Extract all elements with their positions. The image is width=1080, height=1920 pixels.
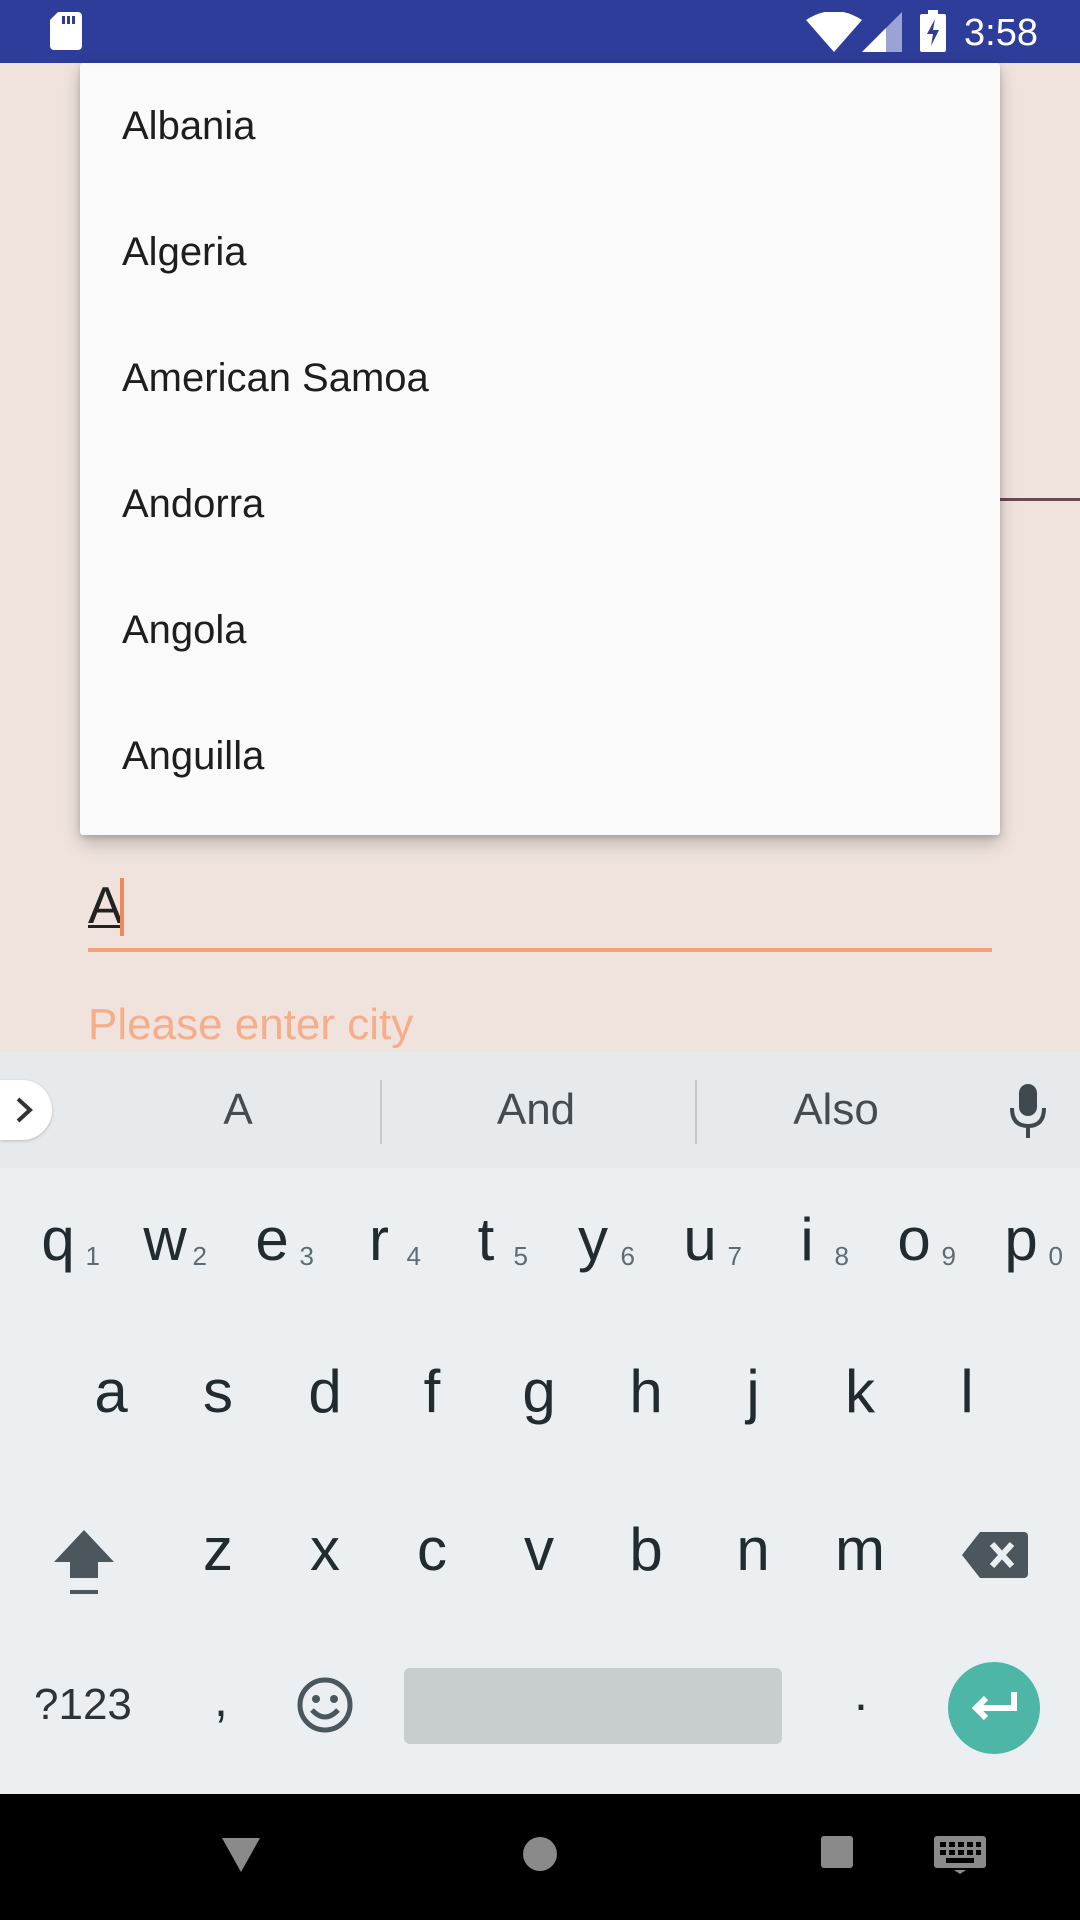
key-w-number-hint: 2	[192, 1241, 207, 1271]
key-c[interactable]: c	[382, 1500, 482, 1600]
key-o-number-hint: 9	[941, 1241, 956, 1271]
key-z[interactable]: z	[168, 1500, 268, 1600]
backspace-icon[interactable]	[962, 1530, 1028, 1580]
key-r-number-hint: 4	[406, 1241, 421, 1271]
key-w[interactable]: 2w	[115, 1190, 215, 1290]
key-e[interactable]: 3e	[222, 1190, 322, 1290]
key-r-label: r	[369, 1206, 389, 1273]
signal-icon	[862, 12, 902, 52]
text-caret	[120, 878, 124, 936]
key-u[interactable]: 7u	[650, 1190, 750, 1290]
expand-suggestions-button[interactable]	[0, 1080, 52, 1140]
suggestion-2[interactable]: And	[410, 1052, 662, 1168]
key-i-number-hint: 8	[834, 1241, 849, 1271]
autocomplete-dropdown: Albania Algeria American Samoa Andorra A…	[80, 63, 1000, 835]
symbols-key[interactable]: ?123	[34, 1680, 132, 1730]
dropdown-item-algeria[interactable]: Algeria	[80, 189, 1000, 315]
dropdown-item-andorra[interactable]: Andorra	[80, 441, 1000, 567]
period-key[interactable]: .	[846, 1664, 876, 1722]
space-bar[interactable]	[404, 1668, 782, 1744]
key-h[interactable]: h	[596, 1342, 696, 1442]
key-o[interactable]: 9o	[864, 1190, 964, 1290]
key-p[interactable]: 0p	[971, 1190, 1071, 1290]
suggestion-separator	[380, 1080, 382, 1144]
emoji-icon[interactable]	[296, 1676, 354, 1734]
key-o-label: o	[897, 1206, 931, 1273]
status-bar: 3:58	[0, 0, 1080, 63]
key-q-number-hint: 1	[85, 1241, 100, 1271]
key-s[interactable]: s	[168, 1342, 268, 1442]
enter-button[interactable]	[948, 1662, 1040, 1754]
key-e-number-hint: 3	[299, 1241, 314, 1271]
key-p-number-hint: 0	[1048, 1241, 1063, 1271]
key-m[interactable]: m	[810, 1500, 910, 1600]
city-error-hint: Please enter city	[88, 1000, 414, 1049]
home-icon[interactable]	[522, 1836, 558, 1872]
keyboard-switch-icon[interactable]	[934, 1836, 986, 1874]
clock: 3:58	[964, 12, 1038, 54]
key-q-label: q	[41, 1206, 75, 1273]
suggestion-bar: A And Also	[0, 1052, 1080, 1168]
key-l[interactable]: l	[917, 1342, 1017, 1442]
key-d[interactable]: d	[275, 1342, 375, 1442]
back-icon[interactable]	[222, 1838, 260, 1872]
key-n[interactable]: n	[703, 1500, 803, 1600]
key-i[interactable]: 8i	[757, 1190, 857, 1290]
battery-charging-icon	[920, 10, 946, 52]
wifi-icon	[806, 12, 862, 52]
dropdown-item-albania[interactable]: Albania	[80, 63, 1000, 189]
city-input-value: A	[88, 877, 123, 935]
dropdown-item-anguilla[interactable]: Anguilla	[80, 693, 1000, 819]
suggestion-3[interactable]: Also	[720, 1052, 952, 1168]
recents-icon[interactable]	[821, 1836, 853, 1868]
background-divider	[1000, 498, 1080, 501]
key-p-label: p	[1004, 1206, 1038, 1273]
key-a[interactable]: a	[61, 1342, 161, 1442]
shift-icon[interactable]	[52, 1526, 116, 1598]
dropdown-item-american-samoa[interactable]: American Samoa	[80, 315, 1000, 441]
soft-keyboard: A And Also 1q2w3e4r5t6y7u8i9o0p asdfghjk…	[0, 1052, 1080, 1794]
microphone-icon[interactable]	[1008, 1084, 1048, 1138]
key-v[interactable]: v	[489, 1500, 589, 1600]
key-t[interactable]: 5t	[436, 1190, 536, 1290]
key-k[interactable]: k	[810, 1342, 910, 1442]
enter-arrow-icon	[971, 1692, 1017, 1721]
key-t-number-hint: 5	[513, 1241, 528, 1271]
key-u-label: u	[683, 1206, 717, 1273]
key-f[interactable]: f	[382, 1342, 482, 1442]
key-g[interactable]: g	[489, 1342, 589, 1442]
key-j[interactable]: j	[703, 1342, 803, 1442]
key-y-label: y	[578, 1206, 608, 1273]
key-w-label: w	[143, 1206, 187, 1273]
chevron-right-icon	[16, 1097, 33, 1123]
key-u-number-hint: 7	[727, 1241, 742, 1271]
key-y[interactable]: 6y	[543, 1190, 643, 1290]
key-b[interactable]: b	[596, 1500, 696, 1600]
suggestion-1[interactable]: A	[120, 1052, 356, 1168]
key-i-label: i	[800, 1206, 814, 1273]
key-y-number-hint: 6	[620, 1241, 635, 1271]
navigation-bar	[0, 1794, 1080, 1920]
key-e-label: e	[255, 1206, 289, 1273]
suggestion-separator	[695, 1080, 697, 1144]
key-x[interactable]: x	[275, 1500, 375, 1600]
comma-key[interactable]: ,	[206, 1670, 236, 1728]
key-t-label: t	[477, 1206, 495, 1273]
sd-card-icon	[50, 12, 82, 50]
key-q[interactable]: 1q	[8, 1190, 108, 1290]
key-r[interactable]: 4r	[329, 1190, 429, 1290]
city-input[interactable]: A	[88, 876, 992, 952]
dropdown-item-angola[interactable]: Angola	[80, 567, 1000, 693]
